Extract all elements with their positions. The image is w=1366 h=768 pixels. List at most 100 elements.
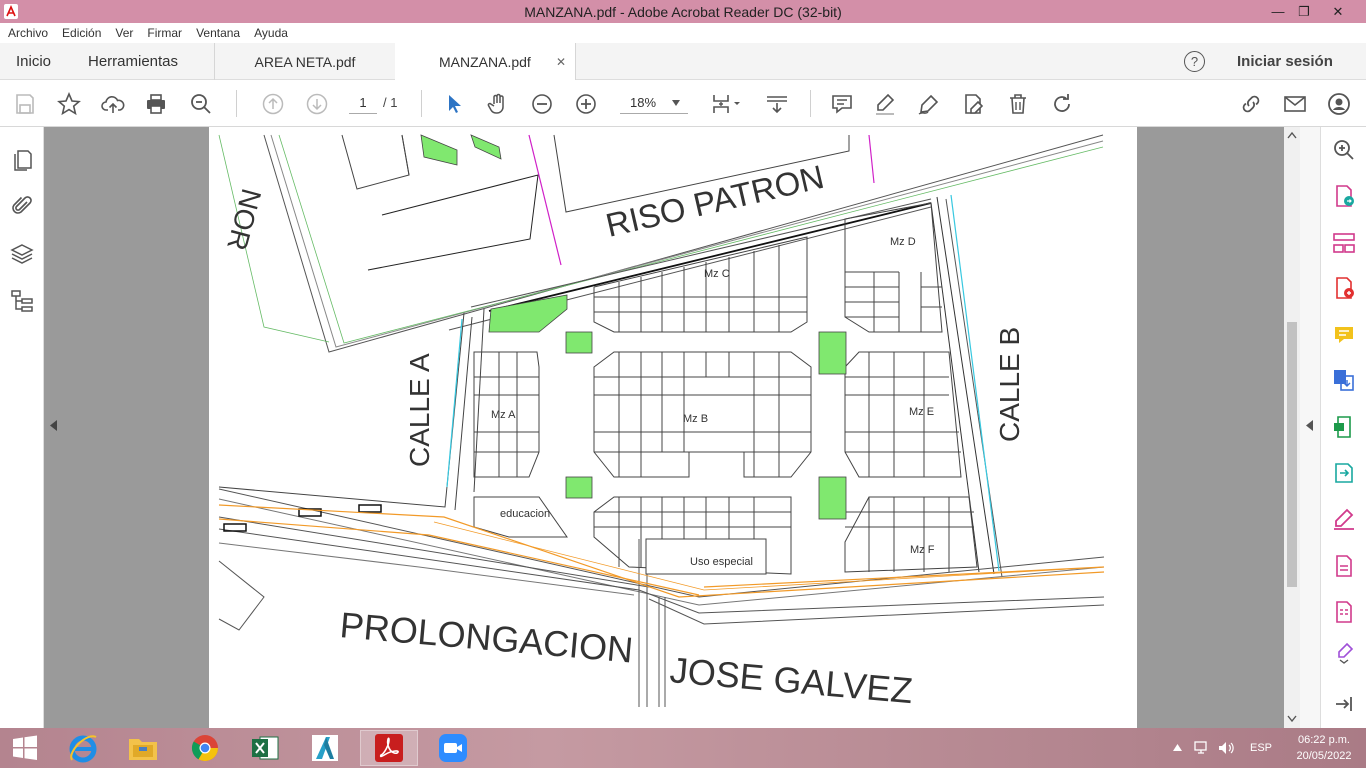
- taskbar-file-explorer[interactable]: [114, 730, 172, 766]
- save-icon[interactable]: [12, 80, 38, 127]
- tab-close-icon[interactable]: ✕: [556, 55, 566, 69]
- tab-document-manzana[interactable]: MANZANA.pdf ✕: [395, 43, 575, 80]
- taskbar-chrome[interactable]: [176, 730, 234, 766]
- restore-button[interactable]: ❐: [1286, 0, 1322, 23]
- zoom-search-icon[interactable]: [188, 80, 214, 127]
- upload-cloud-icon[interactable]: [100, 80, 126, 127]
- block-label-mz-d: Mz D: [890, 236, 916, 248]
- system-clock[interactable]: 06:22 p.m. 20/05/2022: [1284, 732, 1364, 764]
- network-icon[interactable]: [1194, 741, 1210, 755]
- tray-chevron-up-icon[interactable]: [1173, 744, 1182, 751]
- tab-document-area-neta[interactable]: AREA NETA.pdf: [215, 43, 395, 80]
- highlight-pen-icon[interactable]: [872, 80, 898, 127]
- street-label-corner: NOR: [221, 185, 267, 253]
- taskbar-excel[interactable]: [236, 730, 294, 766]
- right-tools-panel: [1320, 127, 1366, 728]
- chevron-down-icon: [672, 100, 680, 106]
- send-for-review-icon[interactable]: [1332, 461, 1356, 485]
- previous-page-icon[interactable]: [260, 80, 286, 127]
- zoom-search-icon[interactable]: [1332, 138, 1356, 162]
- toolbar-separator: [421, 90, 422, 117]
- tab-document-label: AREA NETA.pdf: [254, 53, 356, 70]
- volume-icon[interactable]: [1218, 741, 1234, 755]
- folder-icon: [129, 739, 157, 760]
- create-pdf-icon[interactable]: [1332, 276, 1356, 300]
- document-icon[interactable]: [1332, 554, 1356, 578]
- scroll-mode-icon[interactable]: [763, 80, 791, 127]
- street-label-calle-a: CALLE A: [404, 353, 435, 467]
- menu-ver[interactable]: Ver: [115, 26, 133, 40]
- taskbar-acrobat-reader[interactable]: [360, 730, 418, 766]
- comment-tool-icon[interactable]: [1332, 323, 1356, 347]
- clock-date: 20/05/2022: [1296, 750, 1352, 762]
- rotate-icon[interactable]: [1049, 80, 1075, 127]
- tab-tools[interactable]: Herramientas: [88, 43, 178, 80]
- email-icon[interactable]: [1281, 80, 1309, 127]
- toolbar: / 1 18%: [0, 80, 1366, 127]
- scroll-up-icon[interactable]: [1287, 131, 1297, 139]
- street-label-prolongacion: PROLONGACION: [338, 604, 635, 670]
- attachments-paperclip-icon[interactable]: [10, 194, 34, 218]
- layers-icon[interactable]: [10, 242, 34, 266]
- start-button[interactable]: [0, 730, 50, 766]
- page-number-input[interactable]: [349, 92, 377, 114]
- compress-pdf-icon[interactable]: [1332, 415, 1356, 439]
- menu-edicion[interactable]: Edición: [62, 26, 101, 40]
- user-share-icon[interactable]: [1325, 80, 1353, 127]
- input-language[interactable]: ESP: [1250, 728, 1272, 768]
- help-icon[interactable]: ?: [1184, 51, 1205, 72]
- next-page-icon[interactable]: [304, 80, 330, 127]
- hand-tool-icon[interactable]: [485, 80, 511, 127]
- page-view-icon[interactable]: [707, 80, 743, 127]
- taskbar-zoom[interactable]: [424, 730, 482, 766]
- collapse-panel-icon[interactable]: [1332, 692, 1356, 716]
- zoom-out-icon[interactable]: [529, 80, 555, 127]
- edit-pdf-icon[interactable]: [960, 80, 986, 127]
- close-window-button[interactable]: ✕: [1320, 0, 1356, 23]
- comment-icon[interactable]: [829, 80, 855, 127]
- print-icon[interactable]: [143, 80, 169, 127]
- signin-button[interactable]: Iniciar sesión: [1237, 43, 1333, 80]
- site-plan-drawing: RISO PATRON CALLE A CALLE B PROLONGACION…: [218, 134, 1105, 711]
- zoom-level-dropdown[interactable]: 18%: [620, 92, 688, 114]
- pdf-page[interactable]: RISO PATRON CALLE A CALLE B PROLONGACION…: [209, 127, 1137, 728]
- block-label-mz-e: Mz E: [909, 406, 934, 418]
- block-label-mz-a: Mz A: [491, 409, 516, 421]
- windows-taskbar: ESP 06:22 p.m. 20/05/2022: [0, 728, 1366, 768]
- right-panel-toggle[interactable]: [1300, 127, 1320, 728]
- organize-pages-icon[interactable]: [1332, 231, 1356, 255]
- block-label-educacion: educacion: [500, 508, 550, 520]
- zoom-in-icon[interactable]: [573, 80, 599, 127]
- internet-explorer-icon: [69, 735, 97, 763]
- tab-home[interactable]: Inicio: [16, 43, 51, 80]
- acrobat-reader-icon: [375, 734, 403, 762]
- fill-sign-icon[interactable]: [1332, 507, 1356, 531]
- document-viewport[interactable]: RISO PATRON CALLE A CALLE B PROLONGACION…: [64, 127, 1284, 728]
- export-pdf-icon[interactable]: [1332, 184, 1356, 208]
- share-link-icon[interactable]: [1237, 80, 1265, 127]
- select-cursor-icon[interactable]: [441, 80, 467, 127]
- scroll-down-icon[interactable]: [1287, 715, 1297, 723]
- vertical-scrollbar[interactable]: [1284, 127, 1300, 728]
- page-thumbnails-icon[interactable]: [10, 148, 34, 172]
- form-document-icon[interactable]: [1332, 600, 1356, 624]
- taskbar-internet-explorer[interactable]: [54, 730, 112, 766]
- more-tools-pen-icon[interactable]: [1332, 641, 1356, 665]
- autocad-icon: [312, 735, 338, 761]
- draw-pen-icon[interactable]: [916, 80, 942, 127]
- menu-ayuda[interactable]: Ayuda: [254, 26, 288, 40]
- left-panel-toggle[interactable]: [44, 127, 64, 728]
- menu-firmar[interactable]: Firmar: [147, 26, 182, 40]
- page-total: / 1: [383, 95, 398, 110]
- structure-tree-icon[interactable]: [10, 289, 34, 313]
- star-icon[interactable]: [56, 80, 82, 127]
- block-label-uso-especial: Uso especial: [690, 556, 753, 568]
- menu-archivo[interactable]: Archivo: [8, 26, 48, 40]
- menu-ventana[interactable]: Ventana: [196, 26, 240, 40]
- tab-bar: Inicio Herramientas AREA NETA.pdf MANZAN…: [0, 43, 1366, 80]
- clock-time: 06:22 p.m.: [1298, 734, 1350, 746]
- combine-files-icon[interactable]: [1332, 368, 1356, 392]
- taskbar-cad-app[interactable]: [296, 730, 354, 766]
- scrollbar-thumb[interactable]: [1287, 322, 1297, 587]
- delete-trash-icon[interactable]: [1005, 80, 1031, 127]
